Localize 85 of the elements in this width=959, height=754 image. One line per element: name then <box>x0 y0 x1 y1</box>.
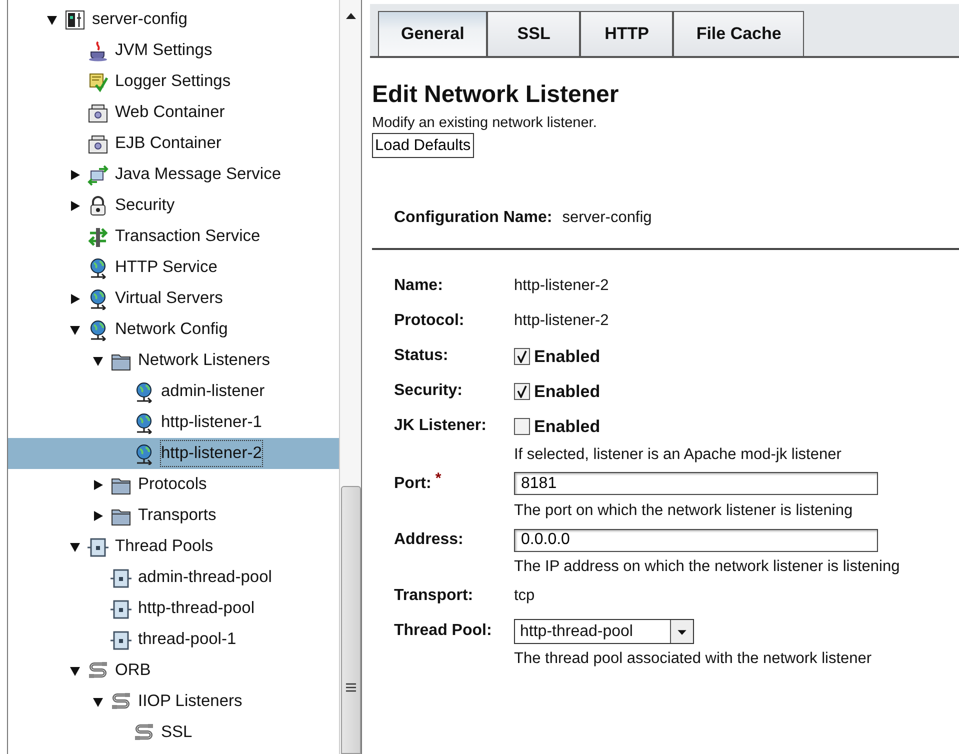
tree-item[interactable]: SSL <box>8 717 339 748</box>
tree-item[interactable]: EJB Container <box>8 128 339 159</box>
collapse-icon[interactable] <box>46 14 58 26</box>
expand-icon[interactable] <box>92 478 104 490</box>
scroll-up-icon[interactable] <box>344 12 356 20</box>
field-label: Configuration Name: <box>394 208 552 228</box>
tree-item[interactable]: Security <box>8 190 339 221</box>
help-text: If selected, listener is an Apache mod-jk listener <box>514 444 842 464</box>
square-icon <box>110 598 132 620</box>
required-mark: * <box>435 468 442 489</box>
tree-item[interactable]: Transports <box>8 500 339 531</box>
tree-item[interactable]: thread-pool-1 <box>8 624 339 655</box>
field-value: tcp <box>514 587 535 604</box>
load-defaults-button[interactable]: Load Defaults <box>372 133 474 158</box>
expand-icon[interactable] <box>92 510 104 522</box>
checkbox[interactable] <box>514 348 530 366</box>
tree-item[interactable]: ORB <box>8 655 339 686</box>
tree-item[interactable]: http-thread-pool <box>8 593 339 624</box>
tab[interactable]: HTTP <box>580 11 674 56</box>
text-field[interactable]: 0.0.0.0 <box>514 528 878 552</box>
tree-item[interactable]: http-listener-1 <box>8 407 339 438</box>
tree-item[interactable]: IIOP Listeners <box>8 686 339 717</box>
tree-item[interactable]: Network Listeners <box>8 345 339 376</box>
page-description: Modify an existing network listener. <box>372 114 598 132</box>
tree-item[interactable]: Network Config <box>8 314 339 345</box>
scrollbar[interactable] <box>339 0 361 754</box>
checkbox-label: Enabled <box>534 381 600 403</box>
checkbox-label: Enabled <box>534 416 600 438</box>
field-label: Security: <box>394 381 462 401</box>
sliders-icon <box>64 8 86 30</box>
tree-item[interactable]: admin-listener <box>8 376 339 407</box>
field-label: Protocol: <box>394 311 464 331</box>
tree-item[interactable]: Logger Settings <box>8 66 339 97</box>
checkbox-label: Enabled <box>534 346 600 368</box>
arrows-icon <box>87 164 109 186</box>
help-text: The IP address on which the network listener is listening <box>514 557 901 577</box>
square-icon <box>87 536 109 558</box>
scroll-thumb[interactable] <box>340 486 360 754</box>
scroll-icon <box>87 70 109 92</box>
tree-item[interactable]: JVM Settings <box>8 35 339 66</box>
help-text: The thread pool associated with the network listener <box>514 649 873 670</box>
tree-item[interactable]: Transaction Service <box>8 221 339 252</box>
checkbox[interactable] <box>514 418 530 436</box>
expand-icon[interactable] <box>69 200 81 212</box>
field-value: server-config <box>562 208 652 228</box>
field-label: Transport: <box>394 586 474 606</box>
field-label: JK Listener: <box>394 416 486 436</box>
collapse-icon[interactable] <box>92 696 104 708</box>
tree-item[interactable]: Java Message Service <box>8 159 339 190</box>
thread-pool-dropdown[interactable]: http-thread-pool <box>514 619 694 644</box>
tree-item[interactable]: HTTP Service <box>8 252 339 283</box>
collapse-icon[interactable] <box>69 540 81 552</box>
tab[interactable]: File Cache <box>673 11 804 56</box>
container-icon <box>87 132 109 154</box>
tree-item[interactable]: Thread Pools <box>8 531 339 562</box>
collapse-icon[interactable] <box>92 354 104 366</box>
tree-item[interactable]: Protocols <box>8 469 339 500</box>
tab[interactable]: SSL <box>487 11 580 56</box>
grip-icon <box>346 682 356 692</box>
coffee-cup-icon <box>87 40 109 62</box>
tree-item[interactable]: Web Container <box>8 97 339 128</box>
square-icon <box>110 566 132 588</box>
square-icon <box>110 628 132 650</box>
checkbox[interactable] <box>514 383 530 400</box>
field-label: Address: <box>394 530 464 550</box>
field-label: Status: <box>394 346 448 366</box>
expand-icon[interactable] <box>69 292 81 304</box>
tree-item[interactable]: server-config <box>8 4 339 35</box>
field-label: Thread Pool: <box>394 621 492 642</box>
arrows-icon <box>87 226 109 248</box>
tree-item[interactable]: admin-thread-pool <box>8 562 339 593</box>
page-title: Edit Network Listener <box>372 80 620 110</box>
field-value: http-listener-2 <box>514 312 609 329</box>
tree-item[interactable]: http-listener-2 <box>8 438 339 469</box>
field-value: http-listener-2 <box>514 277 609 294</box>
collapse-icon[interactable] <box>69 324 81 336</box>
container-icon <box>87 102 109 124</box>
help-text: The port on which the network listener is listening <box>514 500 854 521</box>
tab[interactable]: General <box>378 11 488 56</box>
collapse-icon[interactable] <box>69 664 81 676</box>
tree-item[interactable]: Virtual Servers <box>8 283 339 314</box>
field-label: Port: <box>394 474 432 494</box>
expand-icon[interactable] <box>69 168 81 180</box>
field-label: Name: <box>394 276 443 296</box>
text-field[interactable]: 8181 <box>514 472 878 496</box>
